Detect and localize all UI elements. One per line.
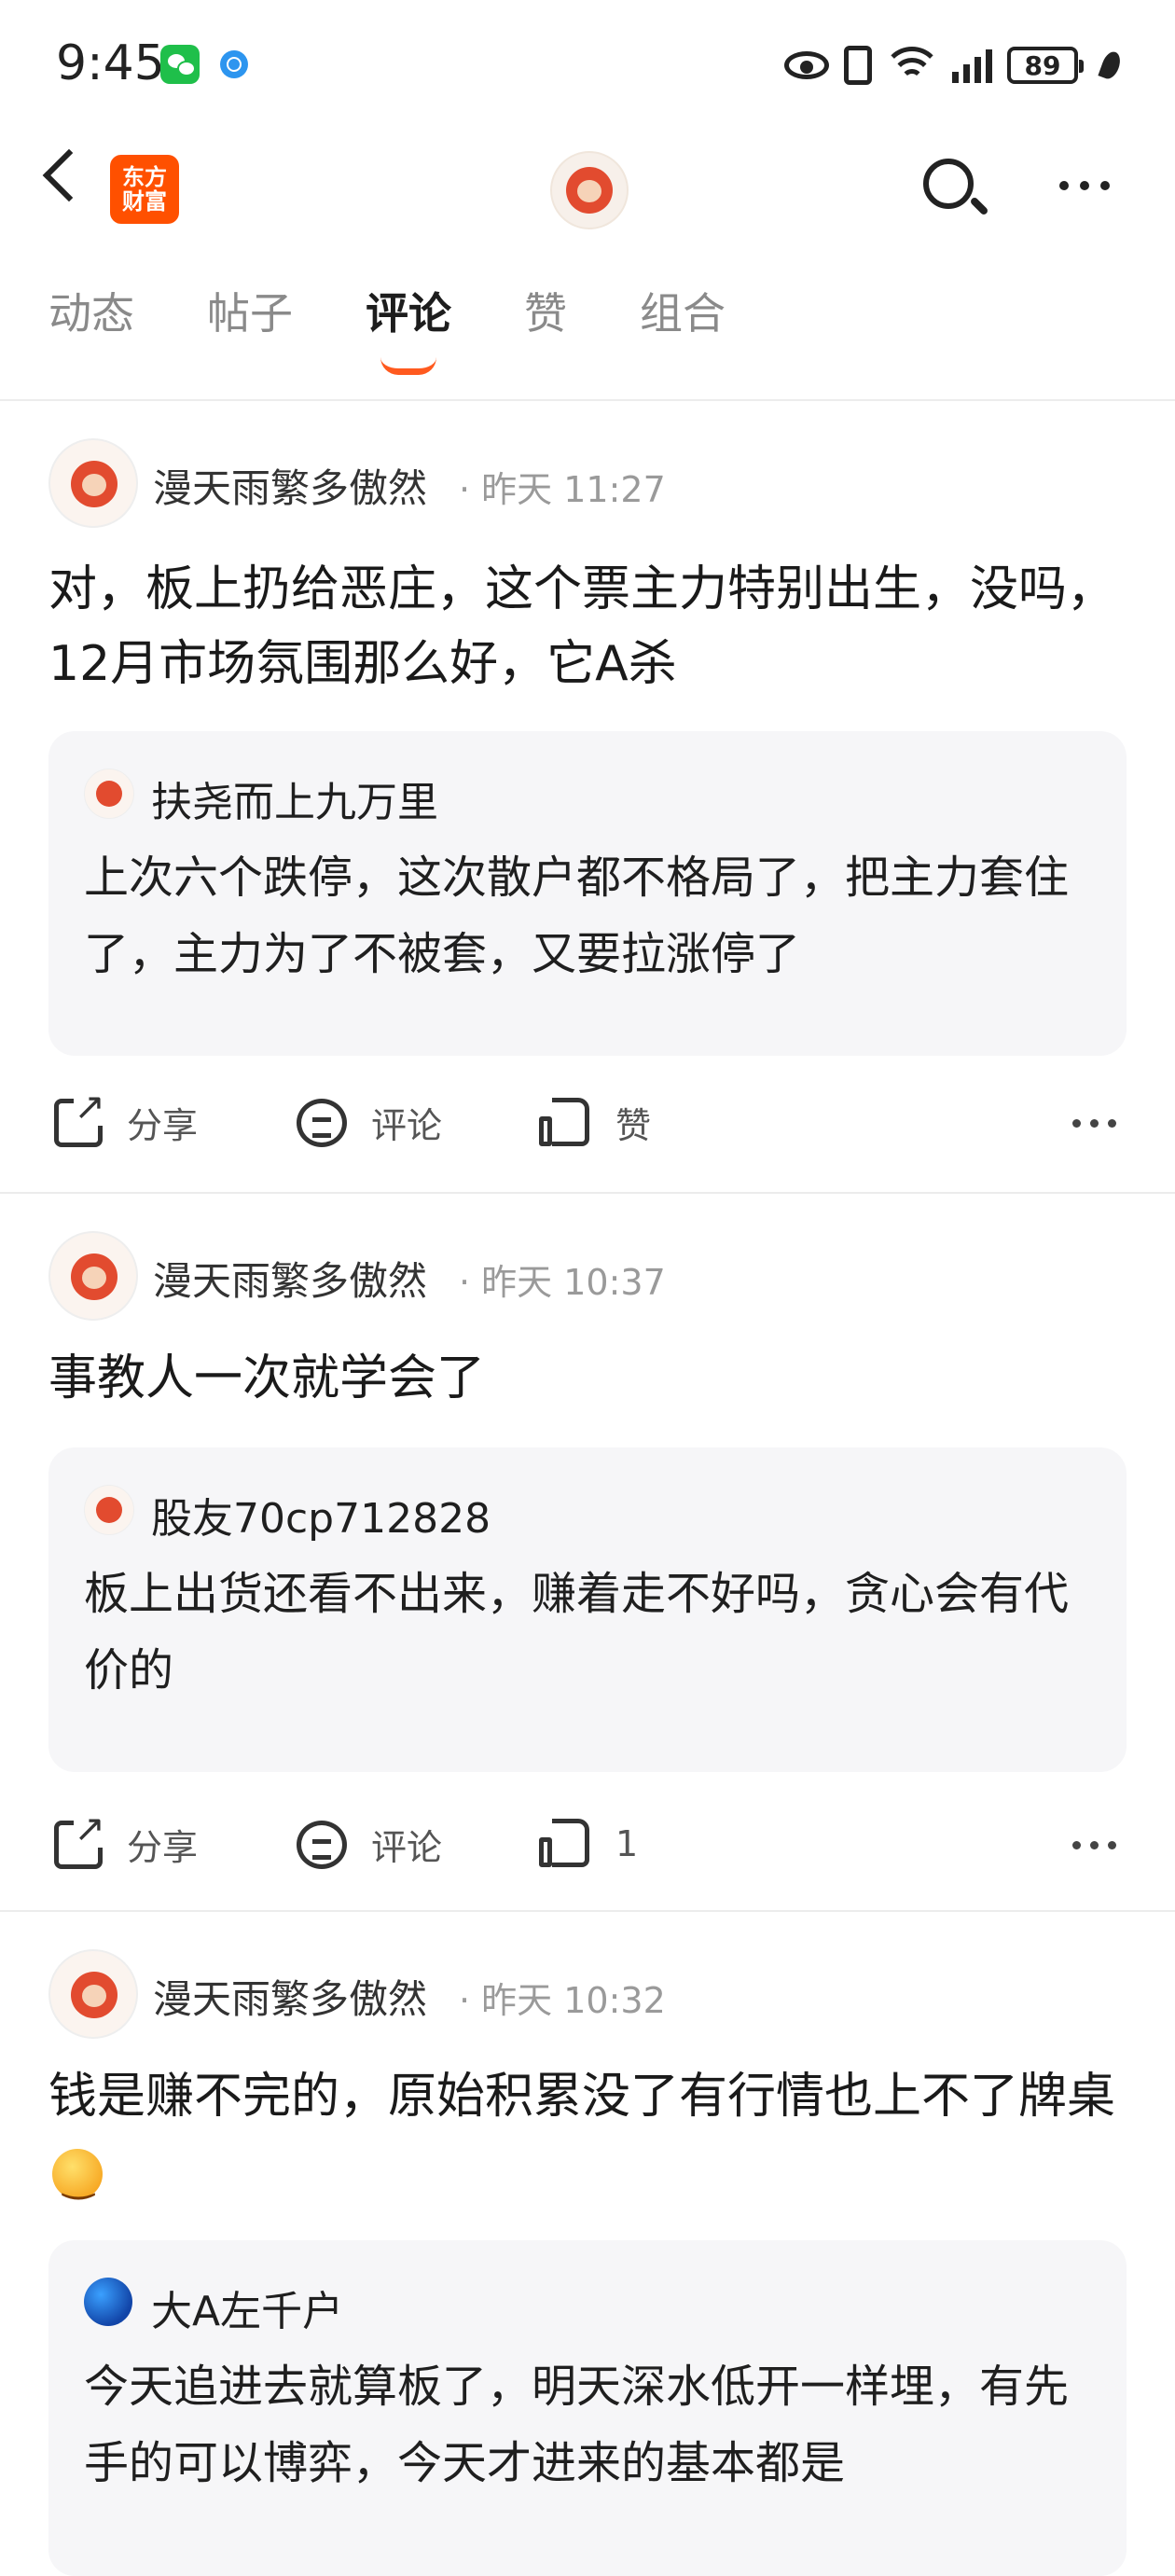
comment-button[interactable]: 评论 xyxy=(297,1097,442,1148)
comment-text: 事教人一次就学会了 xyxy=(48,1350,486,1406)
share-button[interactable]: 分享 xyxy=(54,1087,198,1148)
more-icon[interactable] xyxy=(1072,1841,1116,1849)
tab-comments[interactable]: 评论 xyxy=(366,280,451,375)
tab-bar: 动态 帖子 评论 赞 组合 xyxy=(48,280,798,375)
quoted-post[interactable]: 大A左千户 今天追进去就算板了，明天深水低开一样埋，有先手的可以博弈，今天才进来… xyxy=(48,2240,1127,2576)
avatar[interactable] xyxy=(48,1949,138,2039)
wifi-icon xyxy=(887,47,937,84)
avatar[interactable] xyxy=(48,1231,138,1321)
avatar xyxy=(84,769,134,819)
signal-icon xyxy=(952,48,992,83)
avatar xyxy=(84,1485,134,1535)
post-time: · 昨天 10:32 xyxy=(459,1980,666,2021)
status-bar: 9:45 89 xyxy=(0,0,1175,131)
action-bar: 分享 评论 赞 xyxy=(0,1087,1175,1190)
tab-portfolio[interactable]: 组合 xyxy=(640,280,726,341)
share-icon xyxy=(54,1087,105,1147)
smile-emoji-icon xyxy=(52,2141,103,2216)
share-icon xyxy=(54,1809,105,1869)
avatar-face-icon xyxy=(71,461,118,507)
battery-icon: 89 xyxy=(1007,47,1084,84)
avatar-face-icon xyxy=(566,167,613,214)
wechat-icon xyxy=(160,45,200,84)
author-name[interactable]: 漫天雨繁多傲然 xyxy=(153,1968,427,2025)
share-button[interactable]: 分享 xyxy=(54,1809,198,1870)
vibrate-icon xyxy=(844,46,872,85)
like-button[interactable]: 1 xyxy=(539,1819,638,1869)
thumbs-up-icon xyxy=(539,1819,591,1869)
comment-icon xyxy=(297,1098,347,1147)
more-icon[interactable] xyxy=(1072,1119,1116,1128)
avatar-face-icon xyxy=(71,1253,118,1300)
quoted-text: 上次六个跌停，这次散户都不格局了，把主力套住了，主力为了不被套，又要拉涨停了 xyxy=(84,852,1070,980)
comment-text-wrap: 钱是赚不完的，原始积累没了有行情也上不了牌桌 xyxy=(48,2059,1127,2216)
post-time: · 昨天 11:27 xyxy=(459,469,666,510)
divider xyxy=(0,1192,1175,1194)
status-time: 9:45 xyxy=(56,35,165,91)
divider xyxy=(0,1910,1175,1912)
author-name[interactable]: 漫天雨繁多傲然 xyxy=(153,1250,427,1307)
app-logo[interactable]: 东方 财富 xyxy=(110,155,179,224)
search-icon[interactable] xyxy=(923,159,974,209)
profile-avatar[interactable] xyxy=(550,151,629,229)
more-icon[interactable] xyxy=(1059,181,1110,190)
avatar xyxy=(84,2278,132,2326)
tab-likes[interactable]: 赞 xyxy=(524,280,567,341)
tab-posts[interactable]: 帖子 xyxy=(207,280,293,341)
comment-icon xyxy=(297,1820,347,1869)
avatar[interactable] xyxy=(48,438,138,528)
back-icon[interactable] xyxy=(42,148,96,202)
post-time: · 昨天 10:37 xyxy=(459,1262,666,1303)
quoted-text: 今天追进去就算板了，明天深水低开一样埋，有先手的可以博弈，今天才进来的基本都是 xyxy=(84,2361,1070,2489)
tab-dynamic[interactable]: 动态 xyxy=(48,280,134,341)
quoted-post[interactable]: 股友70cp712828 板上出货还看不出来，赚着走不好吗，贪心会有代价的 xyxy=(48,1447,1127,1772)
quoted-author: 大A左千户 xyxy=(151,2288,344,2335)
author-name[interactable]: 漫天雨繁多傲然 xyxy=(153,457,427,514)
quoted-author: 扶尧而上九万里 xyxy=(151,779,438,826)
quoted-post[interactable]: 扶尧而上九万里 上次六个跌停，这次散户都不格局了，把主力套住了，主力为了不被套，… xyxy=(48,731,1127,1056)
like-button[interactable]: 赞 xyxy=(539,1097,651,1148)
logo-line1: 东方 xyxy=(122,164,167,190)
thumbs-up-icon xyxy=(539,1097,591,1148)
eye-icon xyxy=(784,51,829,79)
logo-line2: 财富 xyxy=(122,188,167,215)
comment-text: 钱是赚不完的，原始积累没了有行情也上不了牌桌 xyxy=(48,2069,1116,2125)
action-bar: 分享 评论 1 xyxy=(0,1809,1175,1912)
status-icons: 89 xyxy=(784,37,1124,93)
quoted-author: 股友70cp712828 xyxy=(151,1495,491,1543)
quoted-text: 板上出货还看不出来，赚着走不好吗，贪心会有代价的 xyxy=(84,1568,1070,1697)
browser-icon xyxy=(220,50,248,78)
leaf-icon xyxy=(1098,48,1124,82)
avatar-face-icon xyxy=(71,1972,118,2018)
comment-text: 对，板上扔给恶庄，这个票主力特别出生，没吗，12月市场氛围那么好，它A杀 xyxy=(48,561,1116,692)
comment-button[interactable]: 评论 xyxy=(297,1819,442,1870)
tab-divider xyxy=(0,399,1175,401)
